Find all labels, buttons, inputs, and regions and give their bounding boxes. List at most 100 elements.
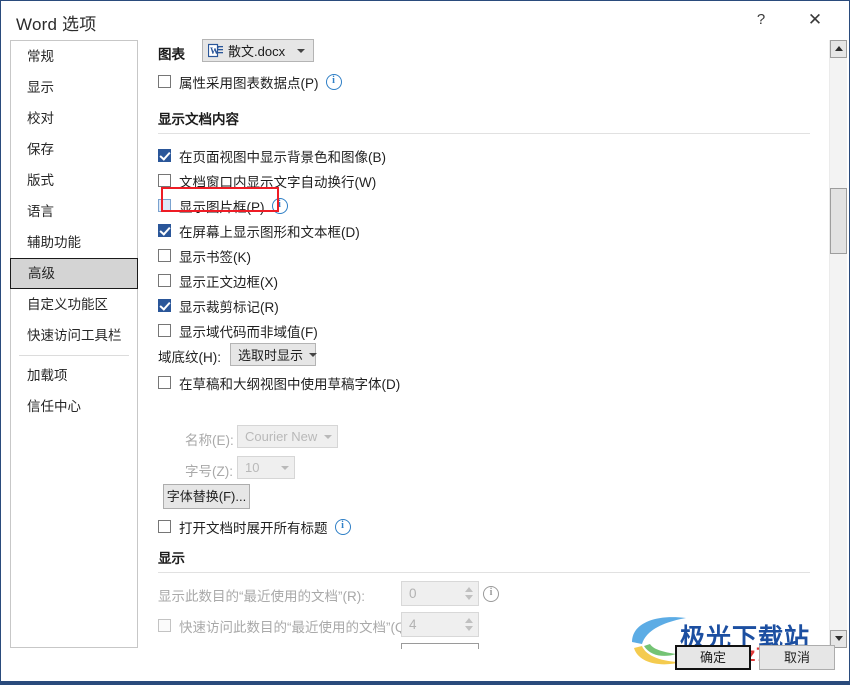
options-content-pane: 图表 W 散文.docx 属性采用图表数据点(P) i 显示文档内容 在页面视图…: [149, 34, 822, 649]
field-shading-select[interactable]: 选取时显示: [230, 343, 318, 366]
font-name-row: 名称(E):: [185, 428, 234, 449]
footer-accent-bar: [1, 681, 849, 684]
document-name: 散文.docx: [228, 44, 286, 59]
option-row-text-boundaries: 显示正文边框(X): [158, 270, 278, 291]
label-show-crop-marks: 显示裁剪标记(R): [179, 299, 279, 315]
sidebar-divider: [19, 355, 129, 356]
field-shading-label: 域底纹(H):: [158, 349, 221, 365]
word-document-icon: W: [207, 43, 223, 58]
recent-folders-row: 显示此数目的取消固定的“最近的文件夹”(F):: [158, 646, 417, 649]
stepper-arrows-icon[interactable]: [461, 613, 478, 636]
info-icon[interactable]: i: [325, 73, 342, 90]
chart-datapoint-checkbox[interactable]: [158, 75, 171, 88]
checkbox-expand-all-headings[interactable]: [158, 520, 171, 533]
option-row-field-codes: 显示域代码而非域值(F): [158, 320, 318, 341]
section-divider: [158, 133, 810, 134]
sidebar-item-accessibility[interactable]: 辅助功能: [11, 227, 137, 258]
checkbox-show-drawings-textboxes[interactable]: [158, 224, 171, 237]
options-navigation-list: 常规 显示 校对 保存 版式 语言 辅助功能 高级 自定义功能区 快速访问工具栏…: [10, 40, 138, 648]
expand-headings-row: 打开文档时展开所有标题 i: [158, 516, 351, 537]
chevron-down-icon: [324, 434, 332, 439]
document-select[interactable]: W 散文.docx: [202, 39, 314, 62]
option-row-picture-placeholders: 显示图片框(P) i: [158, 195, 288, 216]
label-show-field-codes: 显示域代码而非域值(F): [179, 324, 318, 340]
sidebar-item-advanced[interactable]: 高级: [10, 258, 138, 289]
display-content-heading: 显示文档内容: [158, 112, 239, 127]
label-expand-all-headings: 打开文档时展开所有标题: [179, 520, 328, 536]
sidebar-item-display[interactable]: 显示: [11, 72, 137, 103]
field-shading-value: 选取时显示: [238, 348, 304, 363]
quick-access-documents-value: 4: [409, 617, 417, 632]
ok-button[interactable]: 确定: [675, 645, 751, 670]
font-size-select[interactable]: 10: [237, 456, 295, 479]
cancel-button[interactable]: 取消: [759, 645, 835, 670]
sidebar-item-language[interactable]: 语言: [11, 196, 137, 227]
label-use-draft-font: 在草稿和大纲视图中使用草稿字体(D): [179, 376, 401, 392]
quick-access-documents-stepper[interactable]: 4: [401, 612, 479, 637]
help-icon[interactable]: ?: [741, 5, 781, 35]
draft-font-row: 在草稿和大纲视图中使用草稿字体(D): [158, 372, 400, 393]
sidebar-item-addins[interactable]: 加载项: [11, 360, 137, 391]
recent-documents-row: 显示此数目的“最近使用的文档”(R):: [158, 584, 365, 605]
word-options-dialog: Word 选项 ? ✕ 常规 显示 校对 保存 版式 语言 辅助功能 高级 自定…: [0, 0, 850, 685]
checkbox-show-bookmarks[interactable]: [158, 249, 171, 262]
font-size-label: 字号(Z):: [185, 463, 233, 479]
recent-documents-value: 0: [409, 586, 417, 601]
checkbox-show-crop-marks[interactable]: [158, 299, 171, 312]
label-wrap-text-to-window: 文档窗口内显示文字自动换行(W): [179, 174, 377, 190]
stepper-arrows-icon[interactable]: [461, 582, 478, 605]
sidebar-item-customize-ribbon[interactable]: 自定义功能区: [11, 289, 137, 320]
svg-text:W: W: [210, 46, 219, 56]
chart-datapoint-option-row: 属性采用图表数据点(P) i: [158, 71, 342, 92]
font-substitution-button[interactable]: 字体替换(F)...: [163, 484, 250, 509]
scrollbar-thumb[interactable]: [830, 188, 847, 254]
checkbox-show-text-boundaries[interactable]: [158, 274, 171, 287]
dialog-title: Word 选项: [16, 15, 97, 34]
recent-folders-stepper[interactable]: 50: [401, 643, 479, 649]
recent-folders-label: 显示此数目的取消固定的“最近的文件夹”(F):: [158, 647, 417, 650]
chart-datapoint-label: 属性采用图表数据点(P): [179, 75, 319, 91]
recent-documents-label: 显示此数目的“最近使用的文档”(R):: [158, 588, 365, 604]
checkbox-use-draft-font[interactable]: [158, 376, 171, 389]
option-row-drawings-textboxes: 在屏幕上显示图形和文本框(D): [158, 220, 360, 241]
font-size-row: 字号(Z):: [185, 459, 233, 480]
checkbox-show-picture-placeholders[interactable]: [158, 199, 171, 212]
sidebar-item-layout[interactable]: 版式: [11, 165, 137, 196]
font-name-label: 名称(E):: [185, 432, 234, 448]
recent-folders-value: 50: [409, 648, 461, 649]
sidebar-item-trust-center[interactable]: 信任中心: [11, 391, 137, 422]
sidebar-item-save[interactable]: 保存: [11, 134, 137, 165]
sidebar-item-quick-access[interactable]: 快速访问工具栏: [11, 320, 137, 351]
scroll-up-arrow-icon[interactable]: [830, 40, 847, 58]
chart-section-label: 图表: [158, 47, 185, 62]
font-name-select[interactable]: Courier New: [237, 425, 338, 448]
checkbox-wrap-text-to-window[interactable]: [158, 174, 171, 187]
recent-documents-stepper[interactable]: 0: [401, 581, 479, 606]
sidebar-item-proofing[interactable]: 校对: [11, 103, 137, 134]
font-name-value: Courier New: [245, 429, 318, 444]
label-show-picture-placeholders: 显示图片框(P): [179, 199, 265, 215]
option-row-background-colors: 在页面视图中显示背景色和图像(B): [158, 145, 386, 166]
option-row-wrap-text: 文档窗口内显示文字自动换行(W): [158, 170, 376, 191]
info-icon[interactable]: i: [483, 586, 499, 602]
label-show-drawings-textboxes: 在屏幕上显示图形和文本框(D): [179, 224, 360, 240]
checkbox-show-field-codes[interactable]: [158, 324, 171, 337]
checkbox-quick-access-documents[interactable]: [158, 619, 171, 632]
option-row-crop-marks: 显示裁剪标记(R): [158, 295, 279, 316]
stepper-arrows-icon[interactable]: [461, 644, 478, 649]
chevron-down-icon: [281, 465, 289, 470]
info-icon[interactable]: i: [271, 197, 288, 214]
label-show-text-boundaries: 显示正文边框(X): [179, 274, 278, 290]
close-icon[interactable]: ✕: [795, 5, 835, 35]
chevron-down-icon: [309, 352, 318, 357]
display-section-heading: 显示: [158, 551, 185, 566]
label-show-background-colors: 在页面视图中显示背景色和图像(B): [179, 149, 386, 165]
info-icon[interactable]: i: [334, 518, 351, 535]
sidebar-item-general[interactable]: 常规: [11, 41, 137, 72]
quick-access-documents-row: 快速访问此数目的“最近使用的文档”(Q):: [158, 615, 414, 636]
font-size-value: 10: [245, 460, 260, 475]
content-scrollbar[interactable]: [829, 40, 847, 648]
checkbox-show-background-colors[interactable]: [158, 149, 171, 162]
field-shading-row: 域底纹(H):: [158, 345, 221, 366]
chevron-down-icon: [297, 48, 306, 53]
